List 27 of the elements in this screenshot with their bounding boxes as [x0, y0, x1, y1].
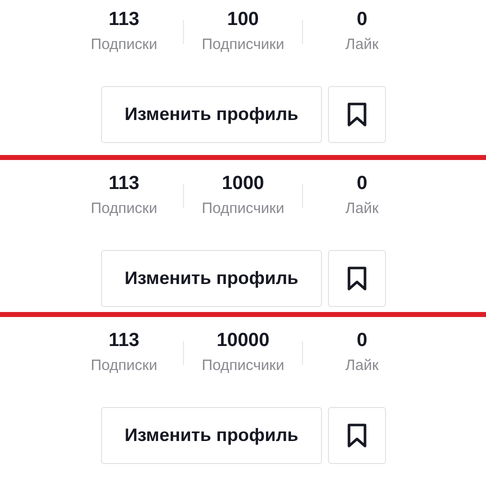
edit-profile-button[interactable]: Изменить профиль	[101, 250, 322, 307]
stat-count: 100	[227, 8, 259, 32]
stat-label: Подписчики	[202, 35, 284, 55]
stat-count: 0	[356, 329, 368, 353]
stat-count: 1000	[222, 172, 264, 196]
stat-label: Лайк	[345, 35, 379, 55]
stat-label: Подписки	[90, 35, 158, 55]
edit-profile-button[interactable]: Изменить профиль	[101, 86, 322, 143]
stat-label: Подписки	[90, 199, 158, 219]
stat-count: 113	[108, 172, 140, 196]
bookmark-button[interactable]	[328, 250, 386, 307]
bookmark-icon	[346, 422, 368, 448]
bookmark-button[interactable]	[328, 86, 386, 143]
stat-count: 10000	[216, 329, 270, 353]
stat-label: Лайк	[345, 199, 379, 219]
bookmark-button[interactable]	[328, 407, 386, 464]
stat-count: 113	[108, 8, 140, 32]
stat-label: Подписчики	[202, 199, 284, 219]
stat-count: 0	[356, 172, 368, 196]
bookmark-icon	[346, 102, 368, 128]
edit-profile-button[interactable]: Изменить профиль	[101, 407, 322, 464]
stat-label: Подписки	[90, 356, 158, 376]
stat-count: 113	[108, 329, 140, 353]
bookmark-icon	[346, 266, 368, 292]
stat-label: Лайк	[345, 356, 379, 376]
stat-count: 0	[356, 8, 368, 32]
stat-label: Подписчики	[202, 356, 284, 376]
